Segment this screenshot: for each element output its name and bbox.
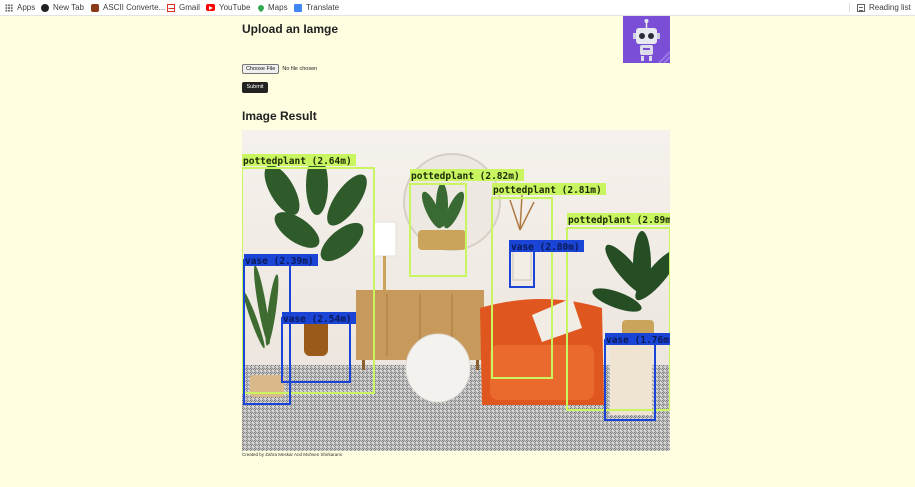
- bookmarks-divider: [849, 3, 850, 12]
- reading-list-button[interactable]: Reading list: [857, 2, 911, 13]
- detection-box: [604, 339, 656, 421]
- bookmark-maps[interactable]: Maps: [256, 2, 288, 13]
- bookmark-label: Gmail: [179, 3, 200, 12]
- detection-label: pottedplant (2.81m): [493, 185, 602, 196]
- detection-label: vase (1.76m: [606, 335, 669, 346]
- detection-label: vase (2.54m): [283, 314, 352, 325]
- detection-label: vase (2.80m): [511, 242, 580, 253]
- translate-icon: [294, 3, 302, 12]
- bookmark-label: Apps: [17, 3, 36, 12]
- bookmark-translate[interactable]: Translate: [294, 2, 339, 13]
- detection-label: pottedplant (2.82m): [411, 171, 520, 182]
- bookmark-label: YouTube: [219, 3, 251, 12]
- bookmark-label: Translate: [306, 3, 340, 12]
- submit-button[interactable]: Submit: [242, 82, 268, 93]
- gmail-icon: [167, 3, 175, 12]
- upload-title: Upload an Iamge: [242, 22, 339, 36]
- robot-icon: [623, 16, 670, 63]
- detection-overlay: pottedplant (2.64m) pottedplant (2.82m) po…: [242, 154, 670, 421]
- bookmark-label: ASCII Converte...: [103, 3, 166, 12]
- detection-pottedplant: pottedplant (2.64m): [242, 154, 375, 394]
- ascii-icon: [91, 3, 99, 12]
- detection-label: pottedplant (2.64m): [243, 156, 352, 167]
- detection-label: vase (2.39m): [245, 256, 314, 267]
- bookmarks-bar: Apps New Tab ASCII Converte... Gmail You…: [0, 0, 915, 16]
- detection-vase: vase (1.76m: [604, 333, 670, 421]
- result-image: pottedplant (2.64m) pottedplant (2.82m) po…: [242, 130, 670, 451]
- result-title: Image Result: [242, 109, 317, 123]
- file-input[interactable]: Choose File No file chosen: [242, 64, 317, 74]
- detection-vase: vase (2.54m): [281, 312, 356, 383]
- bookmark-label: New Tab: [53, 3, 84, 12]
- reading-list-label: Reading list: [869, 3, 911, 12]
- bookmark-gmail[interactable]: Gmail: [167, 2, 200, 13]
- bookmark-label: Maps: [268, 3, 288, 12]
- detection-box: [409, 183, 467, 277]
- robot-logo: [623, 16, 670, 63]
- choose-file-button[interactable]: Choose File: [242, 64, 280, 74]
- reading-list-icon: [857, 3, 865, 12]
- detection-vase: vase (2.80m): [509, 240, 584, 288]
- bookmark-youtube[interactable]: YouTube: [206, 2, 250, 13]
- maps-icon: [256, 3, 266, 12]
- detection-box: [281, 317, 351, 383]
- detection-box: [242, 167, 375, 394]
- file-status: No file chosen: [282, 66, 318, 72]
- credit-text: Created by Zahra Meskar And Mohsen Shirk…: [242, 452, 343, 457]
- apps-grid-icon: [5, 3, 13, 12]
- youtube-icon: [206, 4, 215, 11]
- bookmark-apps[interactable]: Apps: [5, 2, 35, 13]
- bookmark-new-tab[interactable]: New Tab: [41, 2, 84, 13]
- detection-label: pottedplant (2.89m: [568, 215, 670, 226]
- new-tab-icon: [41, 3, 49, 12]
- bookmark-ascii-converter[interactable]: ASCII Converte...: [91, 2, 165, 13]
